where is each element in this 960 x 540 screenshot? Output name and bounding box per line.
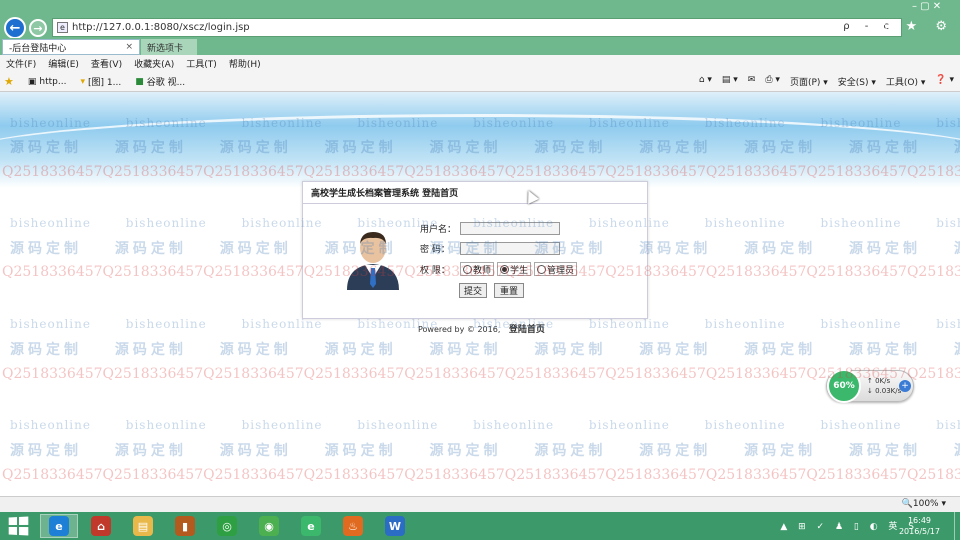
header-banner xyxy=(0,92,960,188)
taskbar-app-explorer[interactable]: ▤ xyxy=(124,514,162,538)
role-row: 权 限： 教师 学生 管理员 xyxy=(420,262,578,276)
menu-view[interactable]: 查看(V) xyxy=(91,57,122,70)
url-text[interactable]: http://127.0.0.1:8080/xscz/login.jsp xyxy=(72,22,250,33)
show-desktop-button[interactable] xyxy=(954,512,960,540)
tab-new[interactable]: 新选项卡 xyxy=(141,39,197,55)
role-radio-group: 教师 学生 管理员 xyxy=(460,262,578,276)
taskbar-app-browser360[interactable]: e xyxy=(292,514,330,538)
password-row: 密 码： xyxy=(420,242,560,255)
book-icon: ▮ xyxy=(175,516,195,536)
clock[interactable]: 16:49 2016/5/17 xyxy=(899,515,940,537)
page-menu[interactable]: 页面(P) ▾ xyxy=(790,75,828,88)
zoom-level[interactable]: 🔍100% ▾ xyxy=(902,499,946,509)
favorite-link[interactable]: ■ 谷歌 视... xyxy=(135,75,185,89)
window-controls[interactable]: – ▢ ✕ xyxy=(912,1,941,12)
browser360-icon: e xyxy=(301,516,321,536)
taskbar-app-book[interactable]: ▮ xyxy=(166,514,204,538)
reset-button[interactable]: 重置 xyxy=(494,283,524,298)
favorite-link[interactable]: ▾ [图] 1... xyxy=(80,75,121,89)
status-bar: 🔍100% ▾ xyxy=(0,496,960,512)
clock-time: 16:49 xyxy=(907,516,932,525)
browser-titlebar: – ▢ ✕ ← → e http://127.0.0.1:8080/xscz/l… xyxy=(0,0,960,39)
taskbar-app-iqiyi[interactable]: ◎ xyxy=(208,514,246,538)
username-label: 用户名： xyxy=(420,225,457,235)
java-icon: ♨ xyxy=(343,516,363,536)
password-label: 密 码： xyxy=(420,245,450,255)
store-icon: ⌂ xyxy=(91,516,111,536)
tab-bar: -后台登陆中心 × 新选项卡 xyxy=(0,38,960,55)
close-tab-icon[interactable]: × xyxy=(125,42,133,52)
explorer-icon: ▤ xyxy=(133,516,153,536)
password-input[interactable] xyxy=(460,242,560,255)
role-student-radio[interactable]: 学生 xyxy=(497,262,532,276)
home-favorites-settings-icons[interactable]: ⌂ ★ ⚙ xyxy=(879,19,954,34)
back-button[interactable]: ← xyxy=(4,17,26,39)
footer-text: Powered by © 2016, xyxy=(418,325,501,334)
forward-button[interactable]: → xyxy=(29,19,47,37)
clock-date: 2016/5/17 xyxy=(898,527,940,536)
windows-taskbar: e ⌂ ▤ ▮ ◎ ◉ e ♨ W ▲ ⊞ ✓ ♟ ▯ ◐ 英 S 16:49 2016/5/1… xyxy=(0,512,960,540)
taskbar-app-store[interactable]: ⌂ xyxy=(82,514,120,538)
taskbar-app-wechat[interactable]: ◉ xyxy=(250,514,288,538)
tab-login[interactable]: -后台登陆中心 × xyxy=(2,39,140,55)
tools-menu[interactable]: 工具(O) ▾ xyxy=(886,75,926,88)
safety-menu[interactable]: 安全(S) ▾ xyxy=(838,75,876,88)
favorite-link[interactable]: ▣ http... xyxy=(28,77,67,87)
upload-speed: ↑ 0K/s xyxy=(867,377,891,385)
page-icon: e xyxy=(57,22,68,33)
iqiyi-icon: ◎ xyxy=(217,516,237,536)
help-icon[interactable]: ❓ ▾ xyxy=(935,75,954,88)
taskbar-app-java[interactable]: ♨ xyxy=(334,514,372,538)
print-icon[interactable]: ⎙ ▾ xyxy=(765,75,780,88)
wechat-icon: ◉ xyxy=(259,516,279,536)
page-content: 高校学生成长档案管理系统 登陆首页 用户名： 密 码： 权 限： 教师 学生 管… xyxy=(0,92,960,496)
command-bar: ⌂ ▾ ▤ ▾ ✉ ⎙ ▾ 页面(P) ▾ 安全(S) ▾ 工具(O) ▾ ❓ … xyxy=(699,75,954,88)
role-admin-radio[interactable]: 管理员 xyxy=(534,262,578,276)
memory-percent: 60% xyxy=(827,369,861,403)
menu-tools[interactable]: 工具(T) xyxy=(186,57,217,70)
menu-favorites[interactable]: 收藏夹(A) xyxy=(134,57,174,70)
page-footer: Powered by © 2016, 登陆首页 xyxy=(418,322,545,335)
system-tray[interactable]: ▲ ⊞ ✓ ♟ ▯ ◐ 英 S xyxy=(780,519,918,532)
taskbar-app-word[interactable]: W xyxy=(376,514,414,538)
accelerate-icon[interactable]: + xyxy=(899,380,911,392)
taskbar-app-ie[interactable]: e xyxy=(40,514,78,538)
menu-file[interactable]: 文件(F) xyxy=(6,57,36,70)
role-label: 权 限： xyxy=(420,265,450,276)
address-bar[interactable]: e http://127.0.0.1:8080/xscz/login.jsp ρ… xyxy=(52,18,902,37)
username-row: 用户名： xyxy=(420,222,560,235)
ie-icon: e xyxy=(49,516,69,536)
menu-bar: 文件(F) 编辑(E) 查看(V) 收藏夹(A) 工具(T) 帮助(H) xyxy=(0,55,960,72)
username-input[interactable] xyxy=(460,222,560,235)
word-icon: W xyxy=(385,516,405,536)
submit-button[interactable]: 提交 xyxy=(459,283,487,298)
tab-title: -后台登陆中心 xyxy=(9,43,67,54)
role-teacher-radio[interactable]: 教师 xyxy=(460,262,495,276)
tab-title: 新选项卡 xyxy=(147,43,184,54)
mail-icon[interactable]: ✉ xyxy=(748,75,756,88)
login-title: 高校学生成长档案管理系统 登陆首页 xyxy=(303,182,647,204)
menu-edit[interactable]: 编辑(E) xyxy=(48,57,79,70)
start-button[interactable] xyxy=(8,516,29,536)
network-speed-widget[interactable]: 60% ↑ 0K/s ↓ 0.03K/s + xyxy=(826,369,914,403)
user-avatar-icon xyxy=(347,232,399,290)
download-speed: ↓ 0.03K/s xyxy=(867,387,902,395)
home-icon[interactable]: ⌂ ▾ xyxy=(699,75,712,88)
footer-link[interactable]: 登陆首页 xyxy=(509,325,545,335)
feeds-icon[interactable]: ▤ ▾ xyxy=(722,75,738,88)
menu-help[interactable]: 帮助(H) xyxy=(229,57,261,70)
login-panel: 高校学生成长档案管理系统 登陆首页 用户名： 密 码： 权 限： 教师 学生 管… xyxy=(302,181,648,319)
favorites-star-icon[interactable]: ★ xyxy=(4,75,14,88)
